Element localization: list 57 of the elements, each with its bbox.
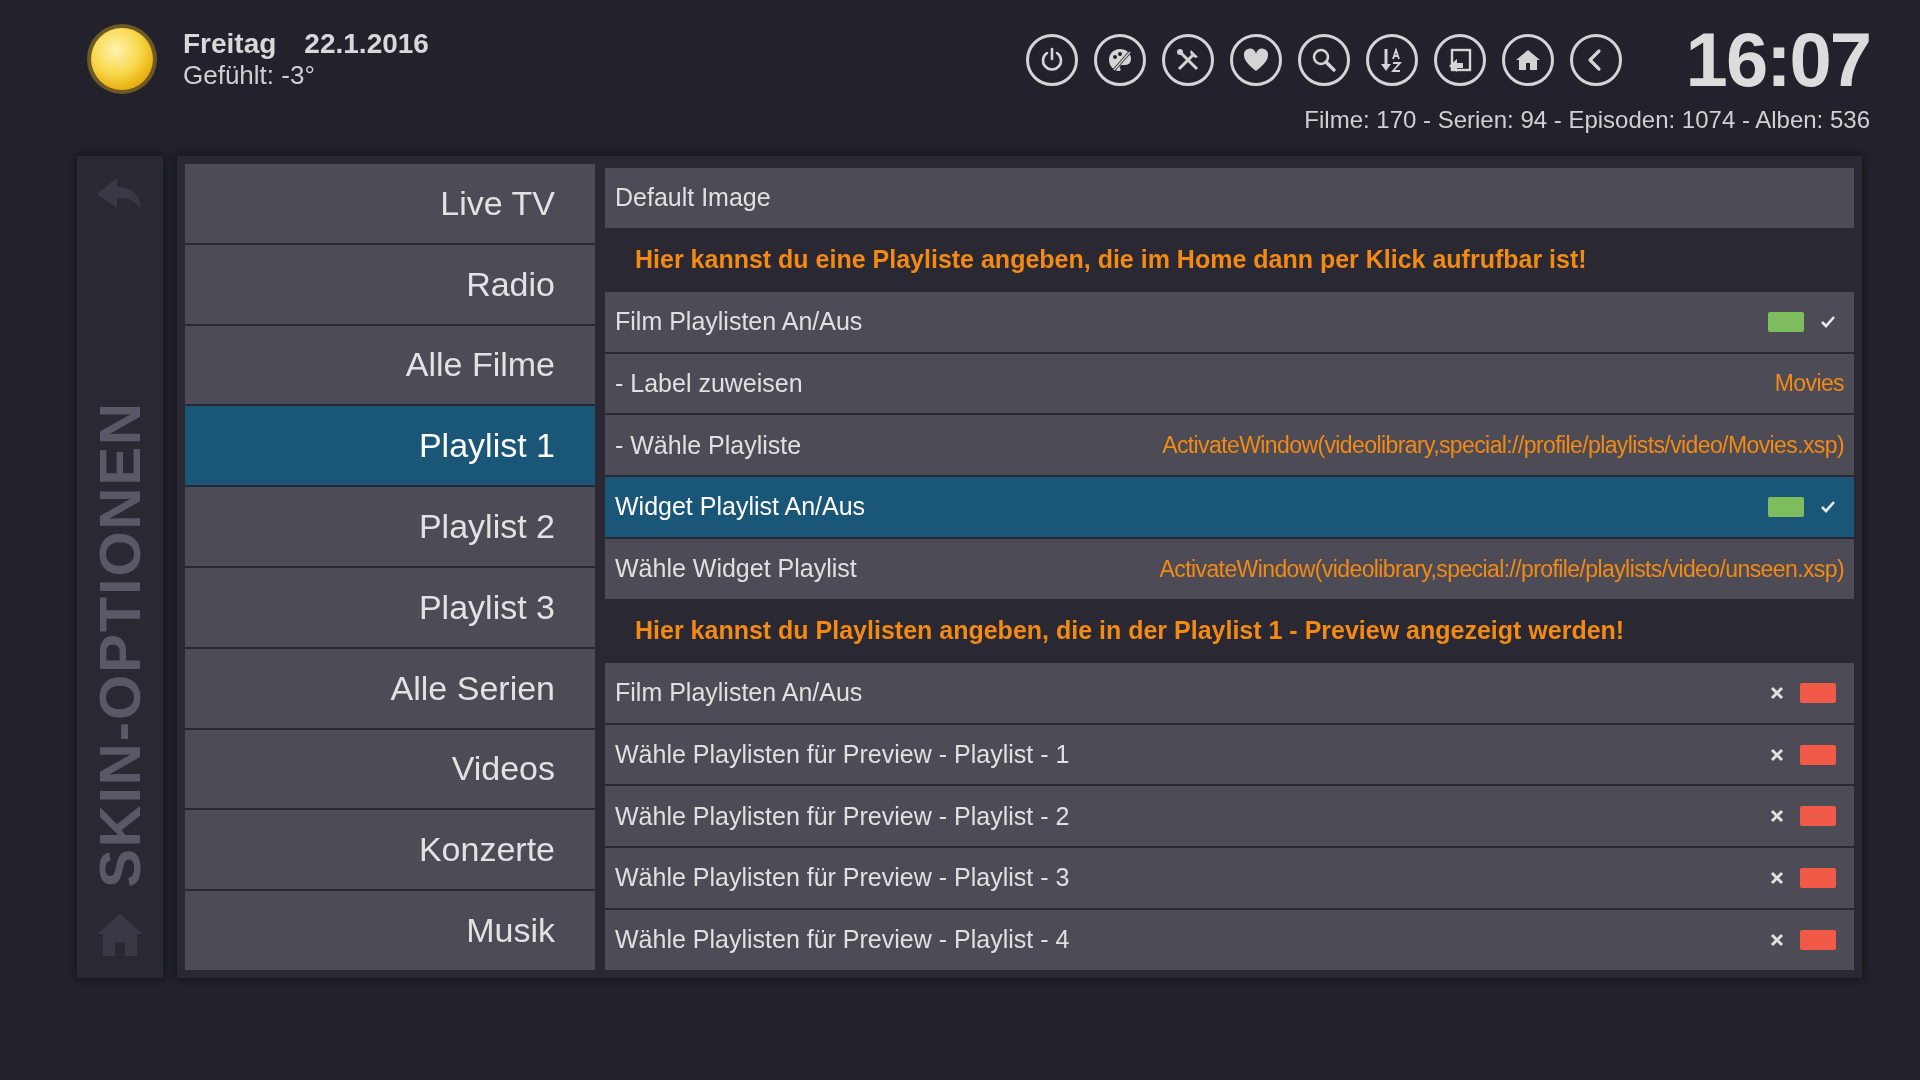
setting-label: Wähle Playlisten für Preview - Playlist - 4 [615, 924, 1070, 956]
setting-row[interactable]: Wähle Playlisten für Preview - Playlist - 2 [605, 786, 1854, 847]
setting-row[interactable]: Wähle Playlisten für Preview - Playlist - 3 [605, 848, 1854, 909]
search-button[interactable] [1297, 34, 1350, 86]
menu-item[interactable]: Alle Serien [185, 648, 595, 728]
setting-label: Wähle Playlisten für Preview - Playlist - 2 [615, 800, 1070, 832]
setting-value: ActivateWindow(videolibrary,special://profile/playlists/video/Movies.xsp) [1162, 431, 1844, 461]
setting-label: Film Playlisten An/Aus [615, 305, 863, 337]
house-button[interactable] [1501, 34, 1554, 86]
menu-item[interactable]: Videos [185, 729, 595, 809]
setting-value: ActivateWindow(videolibrary,special://profile/playlists/video/unseen.xsp) [1159, 554, 1844, 584]
setting-row[interactable]: Widget Playlist An/Aus [605, 477, 1854, 538]
heart-button[interactable] [1229, 34, 1282, 86]
setting-row[interactable]: Default Image [605, 168, 1854, 228]
cross-icon [1770, 871, 1784, 886]
menu-item[interactable]: Musik [185, 891, 595, 970]
setting-label: Wähle Playlisten für Preview - Playlist - 1 [615, 738, 1070, 770]
screen-arrow-button[interactable] [1433, 34, 1486, 86]
feels-like-temperature: Gefühlt: -3° [183, 60, 316, 92]
setting-label: Film Playlisten An/Aus [615, 676, 863, 708]
sun-icon [85, 22, 159, 96]
setting-row[interactable]: - Wähle Playliste ActivateWindow(videolibrary,special://profile/playlists/video/Movies.xsp) [605, 415, 1854, 476]
setting-row[interactable]: Wähle Widget Playlist ActivateWindow(videolibrary,special://profile/playlists/video/unseen.xsp) [605, 539, 1854, 599]
setting-row[interactable]: - Label zuweisen Movies [605, 353, 1854, 414]
back-button[interactable] [1569, 34, 1622, 86]
cross-icon [1770, 933, 1784, 948]
setting-label: - Wähle Playliste [615, 429, 802, 461]
menu-item[interactable]: Playlist 1 [185, 406, 595, 486]
menu-item[interactable]: Playlist 2 [185, 487, 595, 566]
menu-item[interactable]: Live TV [185, 164, 595, 243]
tools-button[interactable] [1161, 34, 1214, 86]
setting-value: Movies [1774, 369, 1844, 399]
setting-row[interactable]: Wähle Playlisten für Preview - Playlist - 4 [605, 910, 1854, 970]
section-hint: Hier kannst du eine Playliste angeben, die im Home dann per Klick aufrufbar ist! [634, 244, 1588, 275]
cross-icon [1770, 685, 1784, 700]
setting-row[interactable]: Film Playlisten An/Aus [605, 291, 1854, 352]
weather-date: Freitag 22.1.2016 [183, 26, 429, 61]
menu-item[interactable]: Radio [185, 244, 595, 324]
setting-label: Wähle Widget Playlist [615, 553, 857, 585]
sort-button[interactable] [1365, 34, 1418, 86]
setting-label: Widget Playlist An/Aus [615, 491, 866, 523]
setting-row[interactable]: Film Playlisten An/Aus [605, 662, 1854, 723]
setting-label: Wähle Playlisten für Preview - Playlist - 3 [615, 862, 1070, 894]
menu-item[interactable]: Alle Filme [185, 325, 595, 405]
setting-label: Default Image [615, 182, 771, 214]
cross-icon [1770, 809, 1784, 824]
palette-button[interactable] [1093, 34, 1146, 86]
clock: 16:07 [1685, 22, 1870, 98]
heart-icon [1241, 46, 1270, 74]
setting-row[interactable]: Wähle Playlisten für Preview - Playlist - 1 [605, 724, 1854, 785]
power-button[interactable] [1025, 34, 1078, 86]
library-stats: Filme: 170 - Serien: 94 - Episoden: 1074 - Alben: 536 [1304, 105, 1870, 135]
section-hint: Hier kannst du Playlisten angeben, die in der Playlist 1 - Preview angezeigt werden! [634, 615, 1626, 647]
setting-label: - Label zuweisen [615, 367, 803, 399]
menu-item[interactable]: Konzerte [185, 810, 595, 890]
menu-item[interactable]: Playlist 3 [185, 568, 595, 647]
cross-icon [1770, 747, 1784, 762]
